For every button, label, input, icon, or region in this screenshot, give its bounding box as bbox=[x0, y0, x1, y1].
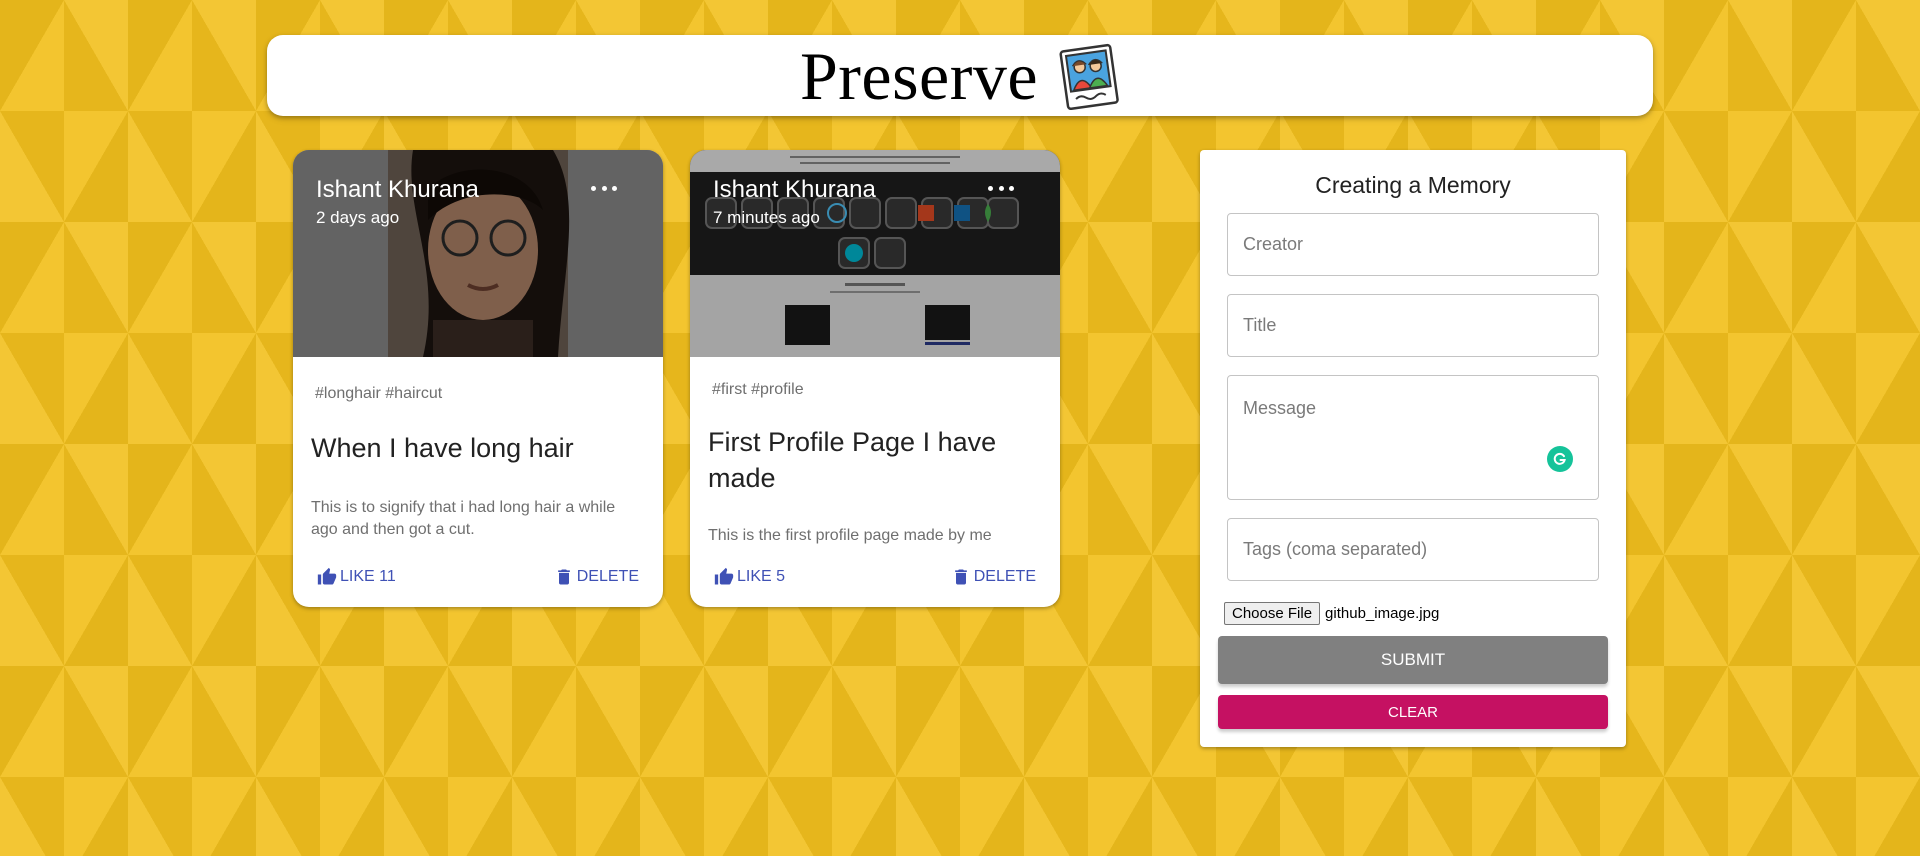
card-timestamp: 7 minutes ago bbox=[713, 208, 820, 227]
trash-icon bbox=[557, 569, 570, 585]
card-tags: #first #profile bbox=[712, 381, 804, 398]
like-button[interactable]: LIKE 11 bbox=[317, 567, 396, 587]
creator-input[interactable] bbox=[1227, 213, 1599, 276]
card-title: First Profile Page I have made bbox=[708, 427, 997, 493]
card-media-image: Ishant Khurana 7 minutes ago bbox=[690, 150, 1060, 357]
card-media-image: Ishant Khurana 2 days ago bbox=[293, 150, 663, 357]
more-options-button[interactable] bbox=[988, 180, 1014, 196]
more-horiz-icon bbox=[591, 185, 596, 191]
delete-label: DELETE bbox=[576, 568, 639, 585]
memory-card: Ishant Khurana 2 days ago #longhair #hai… bbox=[293, 150, 663, 607]
card-title: When I have long hair bbox=[311, 433, 574, 463]
more-horiz-icon bbox=[988, 185, 993, 191]
grammarly-g-glyph bbox=[1553, 452, 1566, 465]
choose-file-button[interactable]: Choose File bbox=[1224, 601, 1321, 625]
thumb-up-icon bbox=[714, 567, 734, 585]
create-memory-form: Creating a Memory Choose File github_ima… bbox=[1200, 150, 1626, 747]
memory-card: Ishant Khurana 7 minutes ago #first #pro… bbox=[690, 150, 1060, 607]
more-options-button[interactable] bbox=[591, 180, 617, 196]
clear-button[interactable]: CLEAR bbox=[1218, 695, 1608, 729]
app-title: Preserve bbox=[799, 37, 1039, 114]
grammarly-icon[interactable] bbox=[1547, 446, 1573, 472]
more-horiz-icon-dot bbox=[601, 185, 607, 191]
title-input[interactable] bbox=[1227, 294, 1599, 357]
delete-label: DELETE bbox=[973, 568, 1036, 585]
card-message: This is to signify that i had long hair … bbox=[311, 499, 616, 538]
submit-button[interactable]: SUBMIT bbox=[1218, 636, 1608, 684]
card-actions: LIKE 11 DELETE bbox=[293, 567, 663, 591]
card-message: This is the first profile page made by m… bbox=[708, 527, 992, 544]
like-button[interactable]: LIKE 5 bbox=[714, 567, 785, 587]
more-horiz-icon-dot bbox=[998, 185, 1004, 191]
card-timestamp: 2 days ago bbox=[316, 208, 400, 227]
selected-file-name: github_image.jpg bbox=[1325, 604, 1440, 622]
card-creator: Ishant Khurana bbox=[316, 176, 479, 203]
file-upload: Choose File github_image.jpg bbox=[1224, 601, 1439, 625]
like-label: LIKE 11 bbox=[340, 568, 396, 585]
more-horiz-icon-dot bbox=[612, 185, 617, 191]
app-header: Preserve bbox=[267, 35, 1653, 116]
tags-input[interactable] bbox=[1227, 518, 1599, 581]
trash-icon bbox=[954, 569, 967, 585]
photo-album-icon bbox=[1059, 43, 1119, 110]
card-creator: Ishant Khurana bbox=[713, 176, 876, 203]
message-textarea[interactable] bbox=[1227, 375, 1599, 500]
like-label: LIKE 5 bbox=[737, 568, 786, 585]
form-heading: Creating a Memory bbox=[1315, 172, 1511, 198]
card-tags: #longhair #haircut bbox=[315, 385, 443, 402]
card-actions: LIKE 5 DELETE bbox=[690, 567, 1060, 591]
delete-button[interactable]: DELETE bbox=[951, 567, 1036, 587]
more-horiz-icon-dot bbox=[1009, 185, 1014, 191]
delete-button[interactable]: DELETE bbox=[554, 567, 639, 587]
thumb-up-icon bbox=[317, 567, 337, 585]
